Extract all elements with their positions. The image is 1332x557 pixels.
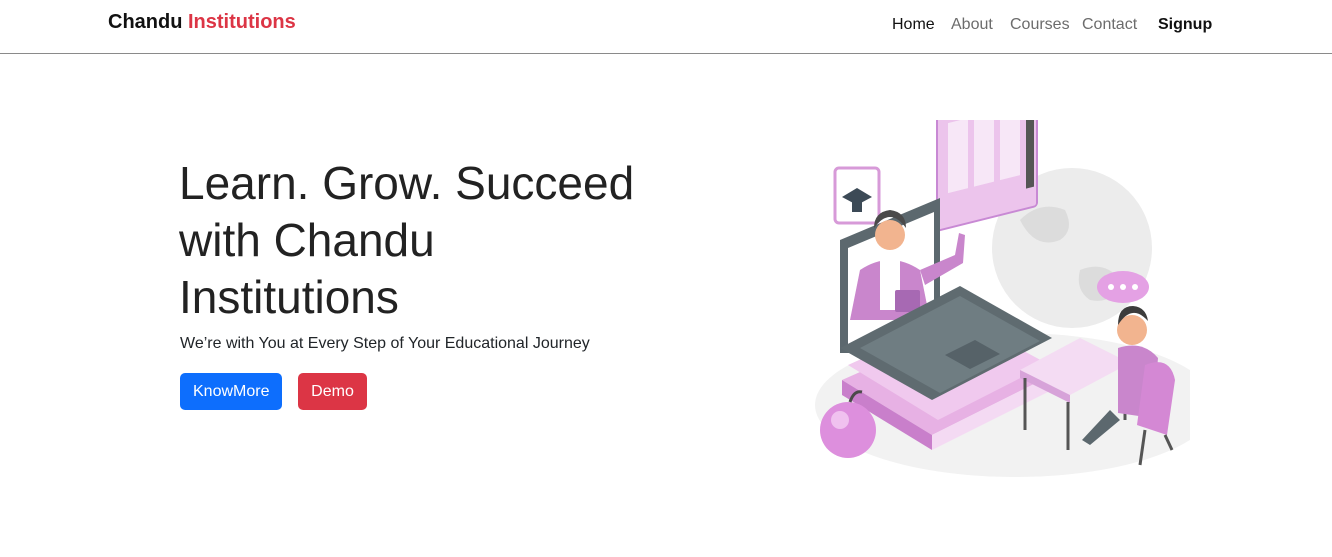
brand-logo[interactable]: Chandu Institutions	[108, 11, 296, 34]
nav-courses-link[interactable]: Courses	[1010, 16, 1070, 34]
brand-name-first: Chandu	[108, 11, 183, 33]
hero-title: Learn. Grow. Succeed with Chandu Institu…	[179, 157, 635, 323]
signup-link[interactable]: Signup	[1158, 16, 1212, 34]
nav-links: Home About Courses Contact Signup	[872, 0, 1332, 54]
hero-subtitle: We’re with You at Every Step of Your Edu…	[180, 335, 590, 352]
brand-name-second: Institutions	[188, 11, 296, 33]
knowmore-button[interactable]: KnowMore	[180, 373, 282, 410]
online-learning-illustration	[800, 75, 1215, 490]
top-navbar: Chandu Institutions Home About Courses C…	[0, 0, 1332, 54]
nav-home-link[interactable]: Home	[892, 16, 935, 34]
nav-about-link[interactable]: About	[951, 16, 993, 34]
nav-contact-link[interactable]: Contact	[1082, 16, 1137, 34]
demo-button[interactable]: Demo	[298, 373, 367, 410]
